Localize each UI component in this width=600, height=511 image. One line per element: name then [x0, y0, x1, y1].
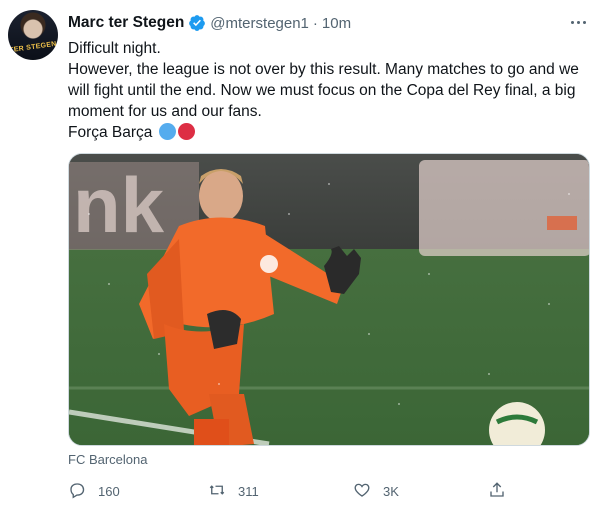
retweet-icon: [208, 481, 226, 502]
banner-text: nk: [73, 161, 165, 249]
more-options-icon[interactable]: [568, 12, 588, 32]
share-icon: [488, 481, 506, 502]
verified-badge-icon: [188, 14, 206, 32]
retweet-count: 311: [238, 483, 259, 499]
timestamp[interactable]: 10m: [322, 15, 351, 32]
tweet-header: Marc ter Stegen @mterstegen1 · 10m: [68, 12, 351, 34]
heart-icon: [353, 481, 371, 502]
tweet-card[interactable]: TER STEGEN Marc ter Stegen @mterstegen1 …: [0, 0, 600, 511]
avatar-text: TER STEGEN: [8, 40, 58, 55]
red-circle-emoji-icon: [177, 123, 195, 140]
share-button[interactable]: [488, 480, 506, 502]
display-name[interactable]: Marc ter Stegen: [68, 14, 184, 32]
tweet-line-3: Força Barça: [68, 122, 588, 143]
reply-button[interactable]: 160: [68, 480, 120, 502]
like-button[interactable]: 3K: [353, 480, 399, 502]
avatar[interactable]: TER STEGEN: [8, 10, 58, 60]
retweet-button[interactable]: 311: [208, 480, 259, 502]
like-count: 3K: [383, 483, 399, 499]
tweet-photo[interactable]: nk: [68, 153, 590, 446]
tweet-line-3-text: Força Barça: [68, 124, 153, 141]
blue-circle-emoji-icon: [158, 123, 176, 140]
handle[interactable]: @mterstegen1: [210, 15, 309, 32]
source-label[interactable]: FC Barcelona: [68, 452, 147, 467]
goalkeeper-photo-icon: nk: [69, 154, 589, 445]
reply-count: 160: [98, 483, 120, 499]
tweet-line-2: However, the league is not over by this …: [68, 61, 579, 120]
tweet-text: Difficult night. However, the league is …: [68, 38, 588, 143]
reply-icon: [68, 481, 86, 502]
tweet-line-1: Difficult night.: [68, 40, 161, 57]
separator-dot: ·: [312, 14, 318, 32]
action-bar: 160 311 3K: [68, 480, 588, 502]
